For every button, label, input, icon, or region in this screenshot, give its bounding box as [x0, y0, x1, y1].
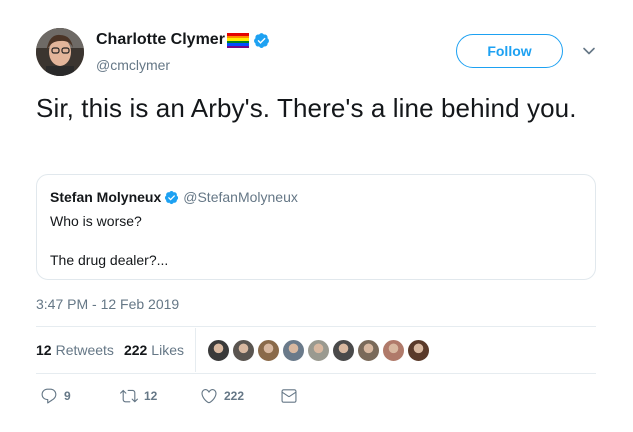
engagement-stats: 12 Retweets 222 Likes	[36, 342, 184, 358]
liker-avatar[interactable]	[282, 339, 305, 362]
direct-message-button[interactable]	[280, 387, 304, 405]
author-name-text[interactable]: Charlotte Clymer	[96, 31, 225, 49]
liker-avatar[interactable]	[357, 339, 380, 362]
follow-button[interactable]: Follow	[456, 34, 563, 68]
tweet-timestamp[interactable]: 3:47 PM - 12 Feb 2019	[36, 296, 179, 312]
reply-count: 9	[64, 389, 71, 403]
verified-badge-icon	[165, 190, 179, 204]
liker-avatar[interactable]	[257, 339, 280, 362]
retweet-count: 12	[144, 389, 158, 403]
tweet-text: Sir, this is an Arby's. There's a line b…	[36, 93, 577, 123]
heart-icon	[201, 389, 217, 404]
chevron-down-icon[interactable]	[582, 44, 596, 58]
liker-avatar[interactable]	[307, 339, 330, 362]
retweets-count: 12	[36, 342, 52, 358]
stats-separator	[195, 328, 196, 372]
quoted-author-name[interactable]: Stefan Molyneux	[50, 189, 161, 205]
liker-avatars[interactable]	[207, 339, 432, 362]
retweets-label: Retweets	[55, 342, 114, 358]
rainbow-flag-icon	[226, 33, 249, 48]
liker-avatar[interactable]	[382, 339, 405, 362]
retweet-button[interactable]: 12	[120, 387, 157, 405]
liker-avatar[interactable]	[407, 339, 430, 362]
reply-icon	[41, 388, 57, 404]
quoted-tweet-line-1: Who is worse?	[50, 213, 142, 229]
quoted-tweet[interactable]: Stefan Molyneux @StefanMolyneux Who is w…	[36, 174, 596, 280]
quoted-tweet-header: Stefan Molyneux @StefanMolyneux	[50, 189, 298, 205]
envelope-icon	[281, 389, 297, 403]
verified-badge-icon	[253, 32, 269, 48]
liker-avatar[interactable]	[207, 339, 230, 362]
retweets-stat[interactable]: 12 Retweets	[36, 342, 114, 358]
quoted-author-handle[interactable]: @StefanMolyneux	[183, 189, 298, 205]
divider	[36, 326, 596, 327]
like-button[interactable]: 222	[200, 387, 244, 405]
liker-avatar[interactable]	[332, 339, 355, 362]
like-count: 222	[224, 389, 245, 403]
reply-button[interactable]: 9	[40, 387, 71, 405]
author-avatar[interactable]	[36, 28, 84, 76]
likes-label: Likes	[151, 342, 184, 358]
author-name[interactable]: Charlotte Clymer	[96, 31, 270, 49]
quoted-tweet-line-2: The drug dealer?...	[50, 252, 169, 268]
retweet-icon	[120, 389, 138, 403]
divider	[36, 373, 596, 374]
author-handle[interactable]: @cmclymer	[96, 57, 170, 73]
likes-count: 222	[123, 342, 148, 358]
liker-avatar[interactable]	[232, 339, 255, 362]
likes-stat[interactable]: 222 Likes	[124, 342, 184, 358]
